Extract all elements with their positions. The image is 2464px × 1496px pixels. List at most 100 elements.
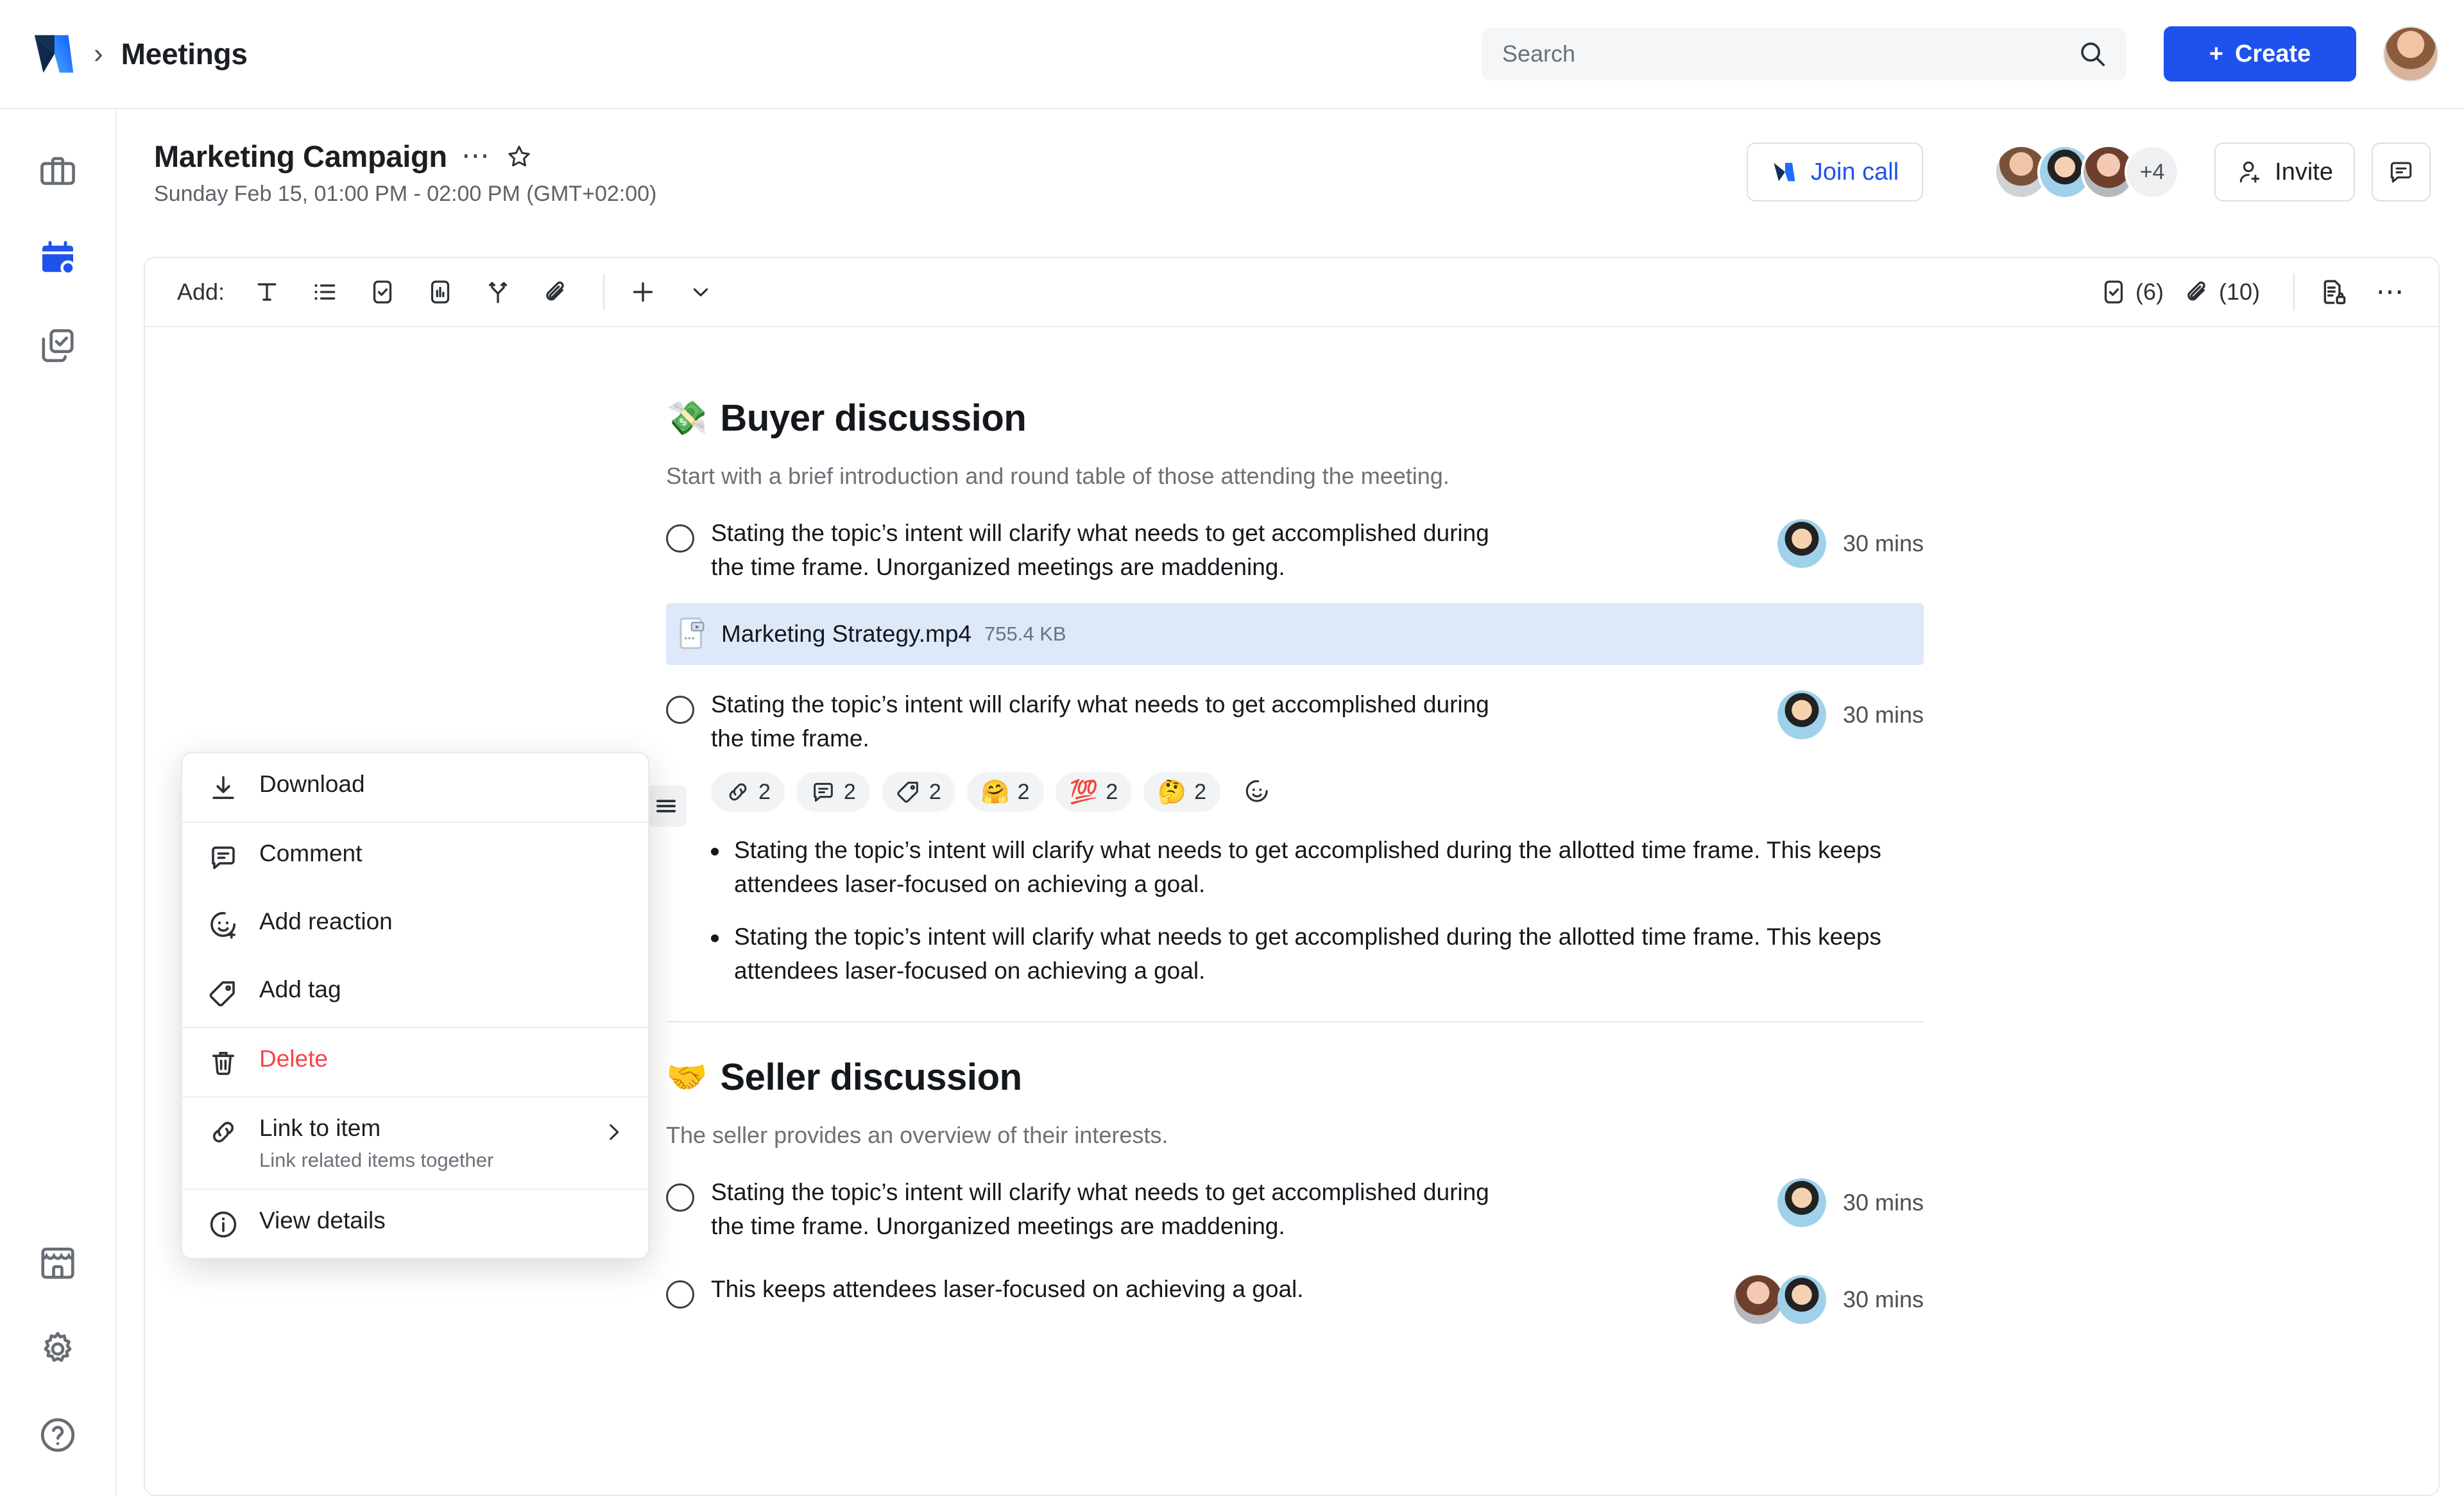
avatar[interactable] (1734, 1275, 1783, 1324)
context-menu-item-view-details[interactable]: View details (182, 1190, 648, 1258)
add-decision-button[interactable] (474, 268, 522, 316)
hundred-points-reaction-chip[interactable]: 💯 2 (1056, 772, 1133, 812)
task-checkbox[interactable] (666, 1280, 694, 1309)
user-avatar[interactable] (2383, 26, 2438, 82)
invite-button[interactable]: Invite (2214, 142, 2355, 202)
tag-reaction-chip[interactable]: 2 (882, 772, 955, 812)
monday-mark-icon (1771, 158, 1799, 186)
bullet-list: Stating the topic’s intent will clarify … (711, 834, 1924, 988)
avatar[interactable] (1777, 691, 1826, 739)
bullet-list-icon (311, 278, 339, 306)
task-row[interactable]: Stating the topic’s intent will clarify … (666, 517, 1924, 584)
meeting-header-actions: Join call +4 Invite (1747, 139, 2431, 202)
bullet-dot-icon (711, 848, 719, 855)
section-heading[interactable]: 🤝 Seller discussion (666, 1056, 1924, 1099)
drag-handle-icon (653, 793, 680, 820)
search-box[interactable] (1482, 28, 2126, 80)
task-meta: 30 mins (1777, 1176, 1924, 1227)
add-checklist-button[interactable] (358, 268, 407, 316)
context-menu-item-add-tag[interactable]: Add tag (182, 959, 648, 1027)
gear-icon (38, 1329, 78, 1369)
doc-permissions-button[interactable] (2309, 268, 2357, 316)
avatar[interactable] (1777, 519, 1826, 568)
task-checkbox[interactable] (666, 696, 694, 724)
doc-toolbar-right: (6) (10) ⋯ (2100, 268, 2415, 316)
hugging-face-reaction-chip[interactable]: 🤗 2 (967, 772, 1044, 812)
task-duration: 30 mins (1843, 1286, 1924, 1313)
add-reaction-button[interactable] (1232, 772, 1282, 812)
sidebar-item-tasks[interactable] (22, 309, 93, 380)
task-checkbox[interactable] (666, 524, 694, 553)
add-attachment-button[interactable] (531, 268, 580, 316)
tag-icon (896, 779, 921, 805)
context-menu-item-add-reaction[interactable]: Add reaction (182, 891, 648, 959)
avatar[interactable] (1777, 1178, 1826, 1227)
attachment-row[interactable]: Marketing Strategy.mp4 755.4 KB (666, 603, 1924, 665)
page-title[interactable]: Marketing Campaign (154, 139, 447, 174)
sidebar-item-meetings[interactable] (22, 223, 93, 294)
attachment-icon (542, 278, 570, 306)
task-meta: 30 mins (1777, 688, 1924, 739)
calendar-icon (37, 238, 78, 279)
meeting-header: Marketing Campaign ⋯ Sunday Feb 15, 01:0… (117, 110, 2464, 245)
star-icon[interactable] (506, 143, 533, 170)
checklist-count-button[interactable]: (6) (2100, 278, 2164, 306)
chevron-right-icon (601, 1119, 626, 1148)
attachment-file-size: 755.4 KB (984, 623, 1066, 646)
tag-icon (207, 977, 240, 1010)
monday-logo[interactable] (30, 29, 80, 79)
context-menu-item-download[interactable]: Download (182, 753, 648, 821)
chat-button[interactable] (2372, 142, 2431, 202)
add-poll-button[interactable] (416, 268, 465, 316)
sidebar-item-help[interactable] (22, 1400, 93, 1470)
participants-avatars[interactable]: +4 (1994, 144, 2180, 200)
link-icon (725, 779, 751, 805)
sidebar-item-settings[interactable] (22, 1314, 93, 1384)
plus-icon (628, 277, 658, 307)
task-row[interactable]: Stating the topic’s intent will clarify … (666, 688, 1924, 755)
work-management-icon (38, 153, 78, 193)
breadcrumb-separator: › (94, 38, 103, 70)
list-item[interactable]: Stating the topic’s intent will clarify … (711, 834, 1924, 901)
doc-more-button[interactable]: ⋯ (2366, 268, 2415, 316)
list-item[interactable]: Stating the topic’s intent will clarify … (711, 920, 1924, 988)
add-text-button[interactable] (243, 268, 291, 316)
attachment-count-button[interactable]: (10) (2183, 278, 2260, 306)
link-reaction-chip[interactable]: 2 (711, 772, 785, 812)
context-menu-group: Link to item Link related items together (182, 1096, 648, 1189)
add-bulleted-list-button[interactable] (300, 268, 349, 316)
add-more-button[interactable] (619, 268, 667, 316)
context-menu-group: Delete (182, 1027, 648, 1096)
hundred-points-emoji-icon: 💯 (1070, 780, 1099, 804)
task-text: Stating the topic’s intent will clarify … (711, 517, 1497, 584)
thinking-face-reaction-chip[interactable]: 🤔 2 (1143, 772, 1220, 812)
task-checkbox[interactable] (666, 1183, 694, 1212)
drag-handle[interactable] (646, 786, 687, 827)
avatar[interactable] (1777, 1275, 1826, 1324)
plus-icon: + (2209, 40, 2223, 68)
section-title-text: Buyer discussion (720, 397, 1026, 440)
task-duration: 30 mins (1843, 530, 1924, 557)
sidebar-item-marketplace[interactable] (22, 1228, 93, 1298)
thinking-face-emoji-icon: 🤔 (1158, 780, 1186, 804)
context-menu-item-link-to-item[interactable]: Link to item Link related items together (182, 1097, 648, 1189)
task-row[interactable]: This keeps attendees laser-focused on ac… (666, 1273, 1924, 1324)
create-button[interactable]: + Create (2164, 26, 2356, 82)
context-menu-item-delete[interactable]: Delete (182, 1028, 648, 1096)
add-dropdown-button[interactable] (676, 268, 725, 316)
sidebar-item-work-management[interactable] (22, 137, 93, 208)
section-heading[interactable]: 💸 Buyer discussion (666, 397, 1924, 440)
context-menu-item-comment[interactable]: Comment (182, 823, 648, 891)
breadcrumb-title[interactable]: Meetings (121, 37, 248, 71)
participants-overflow-count[interactable]: +4 (2125, 144, 2180, 200)
search-input[interactable] (1502, 40, 2078, 67)
task-text: This keeps attendees laser-focused on ac… (711, 1273, 1304, 1307)
comment-reaction-chip[interactable]: 2 (796, 772, 870, 812)
meeting-title-row: Marketing Campaign ⋯ (154, 139, 656, 174)
task-row[interactable]: Stating the topic’s intent will clarify … (666, 1176, 1924, 1243)
search-icon[interactable] (2078, 39, 2107, 69)
context-menu-item-sublabel: Link related items together (259, 1149, 493, 1172)
meeting-more-button[interactable]: ⋯ (461, 148, 492, 164)
join-call-button[interactable]: Join call (1747, 142, 1923, 202)
checklist-icon (2100, 278, 2128, 306)
